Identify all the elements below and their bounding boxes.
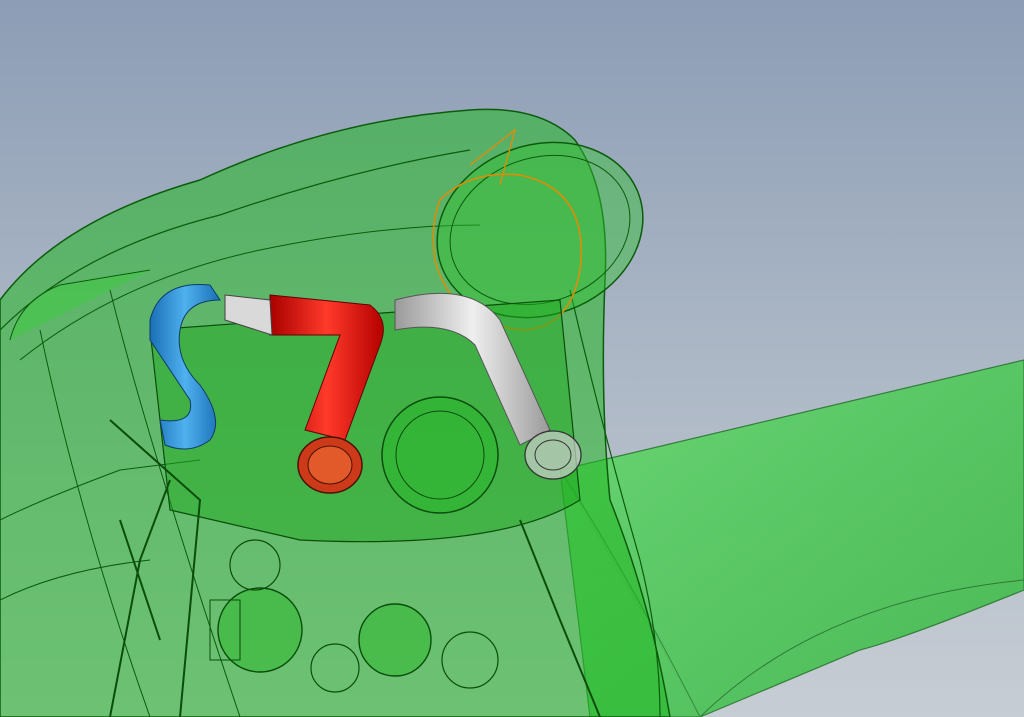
cad-viewport[interactable] bbox=[0, 0, 1024, 717]
cad-model-render bbox=[0, 108, 1024, 717]
